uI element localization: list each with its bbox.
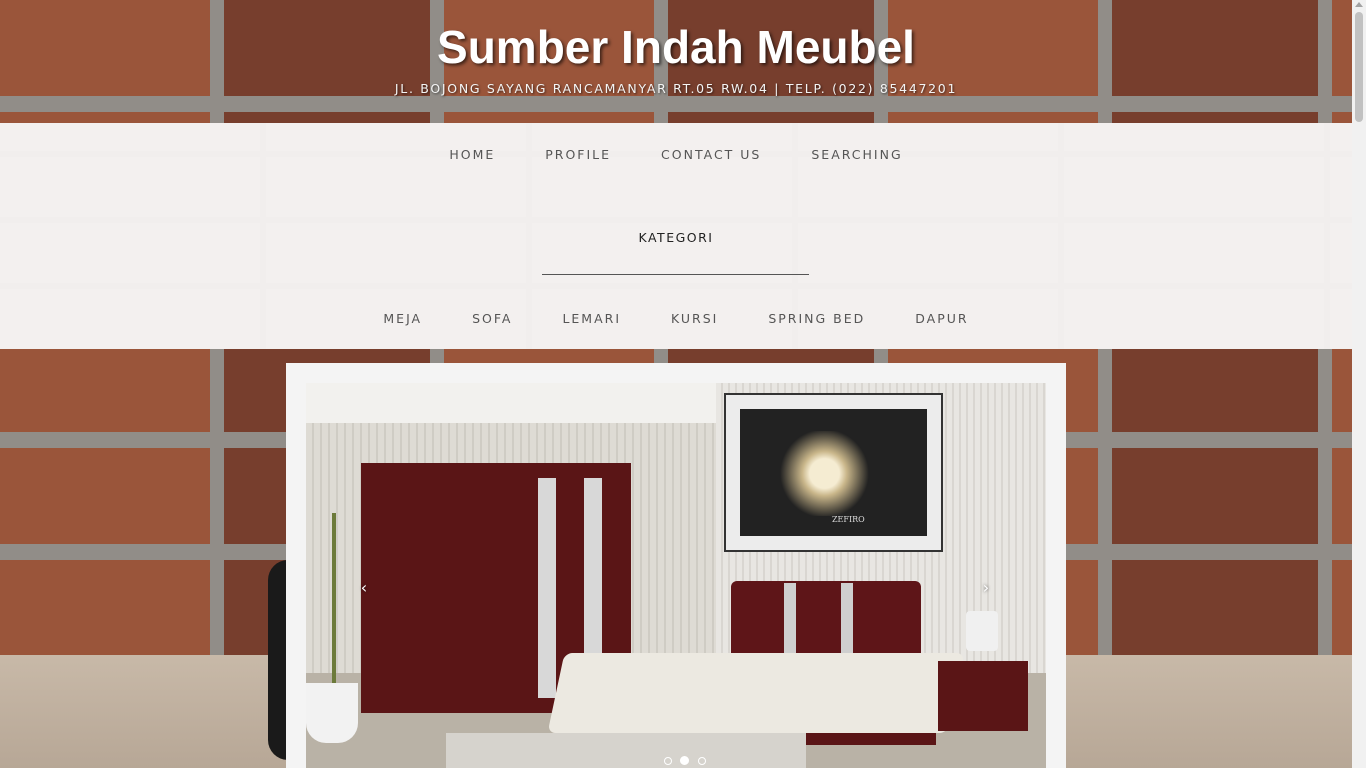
nav-searching-link[interactable]: SEARCHING: [811, 147, 902, 162]
slider-next-icon[interactable]: ›: [976, 578, 996, 598]
slider-dot-3[interactable]: [697, 757, 706, 765]
site-address: JL. BOJONG SAYANG RANCAMANYAR RT.05 RW.0…: [394, 81, 958, 96]
slide-lamp: [966, 611, 998, 651]
slide-artwork: ZEFIRO: [724, 393, 943, 552]
category-sofa-link[interactable]: SOFA: [472, 311, 512, 326]
navigation-panel: HOME PROFILE CONTACT US SEARCHING KATEGO…: [0, 123, 1352, 349]
slide-rug: [446, 733, 806, 768]
category-kursi-link[interactable]: KURSI: [671, 311, 718, 326]
slide-headboard-stripe: [841, 583, 853, 653]
page-scrollbar[interactable]: [1352, 0, 1366, 768]
slider-pagination: [662, 752, 708, 765]
main-nav: HOME PROFILE CONTACT US SEARCHING: [0, 147, 1352, 162]
category-spring-bed-link[interactable]: SPRING BED: [768, 311, 865, 326]
nav-contact-us-link[interactable]: CONTACT US: [661, 147, 761, 162]
slide-bed: [547, 653, 965, 733]
category-heading: KATEGORI: [638, 230, 714, 245]
nav-home-link[interactable]: HOME: [449, 147, 495, 162]
scroll-up-arrow-icon[interactable]: [1355, 2, 1363, 7]
slider-prev-icon[interactable]: ‹: [354, 578, 374, 598]
category-dapur-link[interactable]: DAPUR: [915, 311, 968, 326]
slider-dot-1[interactable]: [664, 757, 672, 765]
category-meja-link[interactable]: MEJA: [383, 311, 422, 326]
slide-headboard: [731, 581, 921, 661]
site-title: Sumber Indah Meubel: [437, 21, 915, 73]
image-slider: ZEFIRO ‹ ›: [286, 363, 1066, 768]
category-nav: MEJA SOFA LEMARI KURSI SPRING BED DAPUR: [0, 311, 1352, 326]
category-lemari-link[interactable]: LEMARI: [562, 311, 621, 326]
slide-plant-pot: [306, 683, 358, 743]
slide-wardrobe-mirror: [538, 478, 556, 698]
category-divider: [542, 274, 809, 275]
slide-bedroom-image: ZEFIRO ‹ ›: [306, 383, 1046, 768]
slide-artwork-caption: ZEFIRO: [832, 515, 865, 524]
nav-profile-link[interactable]: PROFILE: [545, 147, 611, 162]
site-header: Sumber Indah Meubel JL. BOJONG SAYANG RA…: [0, 0, 1352, 123]
slide-plant: [314, 513, 354, 688]
scroll-thumb[interactable]: [1355, 12, 1363, 122]
slide-artwork-flowers: [764, 431, 874, 516]
slide-nightstand: [938, 661, 1028, 731]
slide-headboard-stripe: [784, 583, 796, 653]
